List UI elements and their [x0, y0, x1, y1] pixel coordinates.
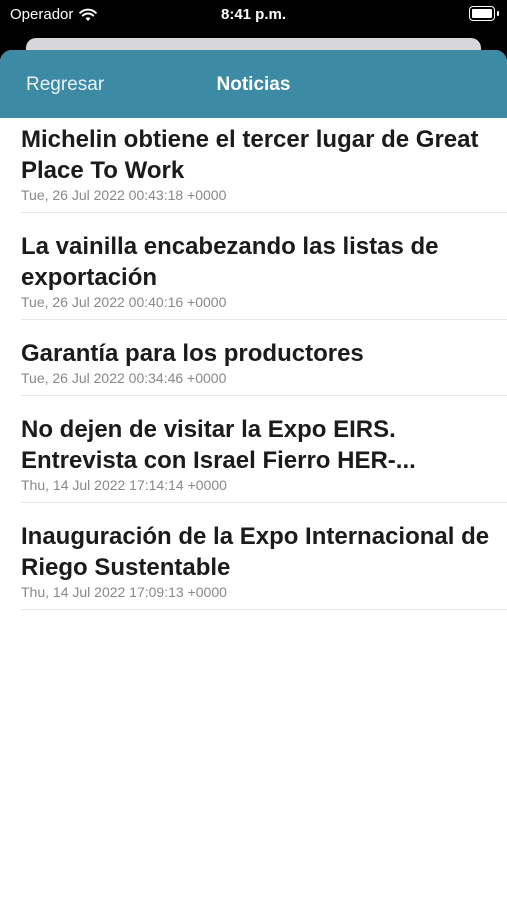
- modal-sheet: Regresar Noticias Michelin obtiene el te…: [0, 50, 507, 900]
- news-date: Tue, 26 Jul 2022 00:34:46 +0000: [21, 370, 227, 386]
- news-title: No dejen de visitar la Expo EIRS. Entrev…: [21, 416, 416, 474]
- news-item[interactable]: Inauguración de la Expo Internacional de…: [0, 503, 507, 610]
- news-list: Michelin obtiene el tercer lugar de Grea…: [0, 118, 507, 610]
- battery-icon: [469, 6, 499, 21]
- navigation-bar: Regresar Noticias: [0, 50, 507, 118]
- news-date: Tue, 26 Jul 2022 00:40:16 +0000: [21, 294, 227, 310]
- news-title: Michelin obtiene el tercer lugar de Grea…: [21, 126, 479, 184]
- news-item[interactable]: Michelin obtiene el tercer lugar de Grea…: [0, 118, 507, 213]
- news-date: Thu, 14 Jul 2022 17:09:13 +0000: [21, 584, 227, 600]
- news-item[interactable]: Garantía para los productores Tue, 26 Ju…: [0, 320, 507, 396]
- news-title: La vainilla encabezando las listas de ex…: [21, 233, 439, 291]
- news-item[interactable]: No dejen de visitar la Expo EIRS. Entrev…: [0, 396, 507, 503]
- news-title: Inauguración de la Expo Internacional de…: [21, 523, 490, 581]
- news-date: Thu, 14 Jul 2022 17:14:14 +0000: [21, 477, 227, 493]
- page-title: Noticias: [216, 74, 291, 95]
- news-item[interactable]: La vainilla encabezando las listas de ex…: [0, 213, 507, 320]
- news-date: Tue, 26 Jul 2022 00:43:18 +0000: [21, 187, 227, 203]
- status-time: 8:41 p.m.: [220, 6, 287, 23]
- news-title: Garantía para los productores: [21, 340, 364, 367]
- status-bar: Operador 8:41 p.m.: [0, 0, 507, 30]
